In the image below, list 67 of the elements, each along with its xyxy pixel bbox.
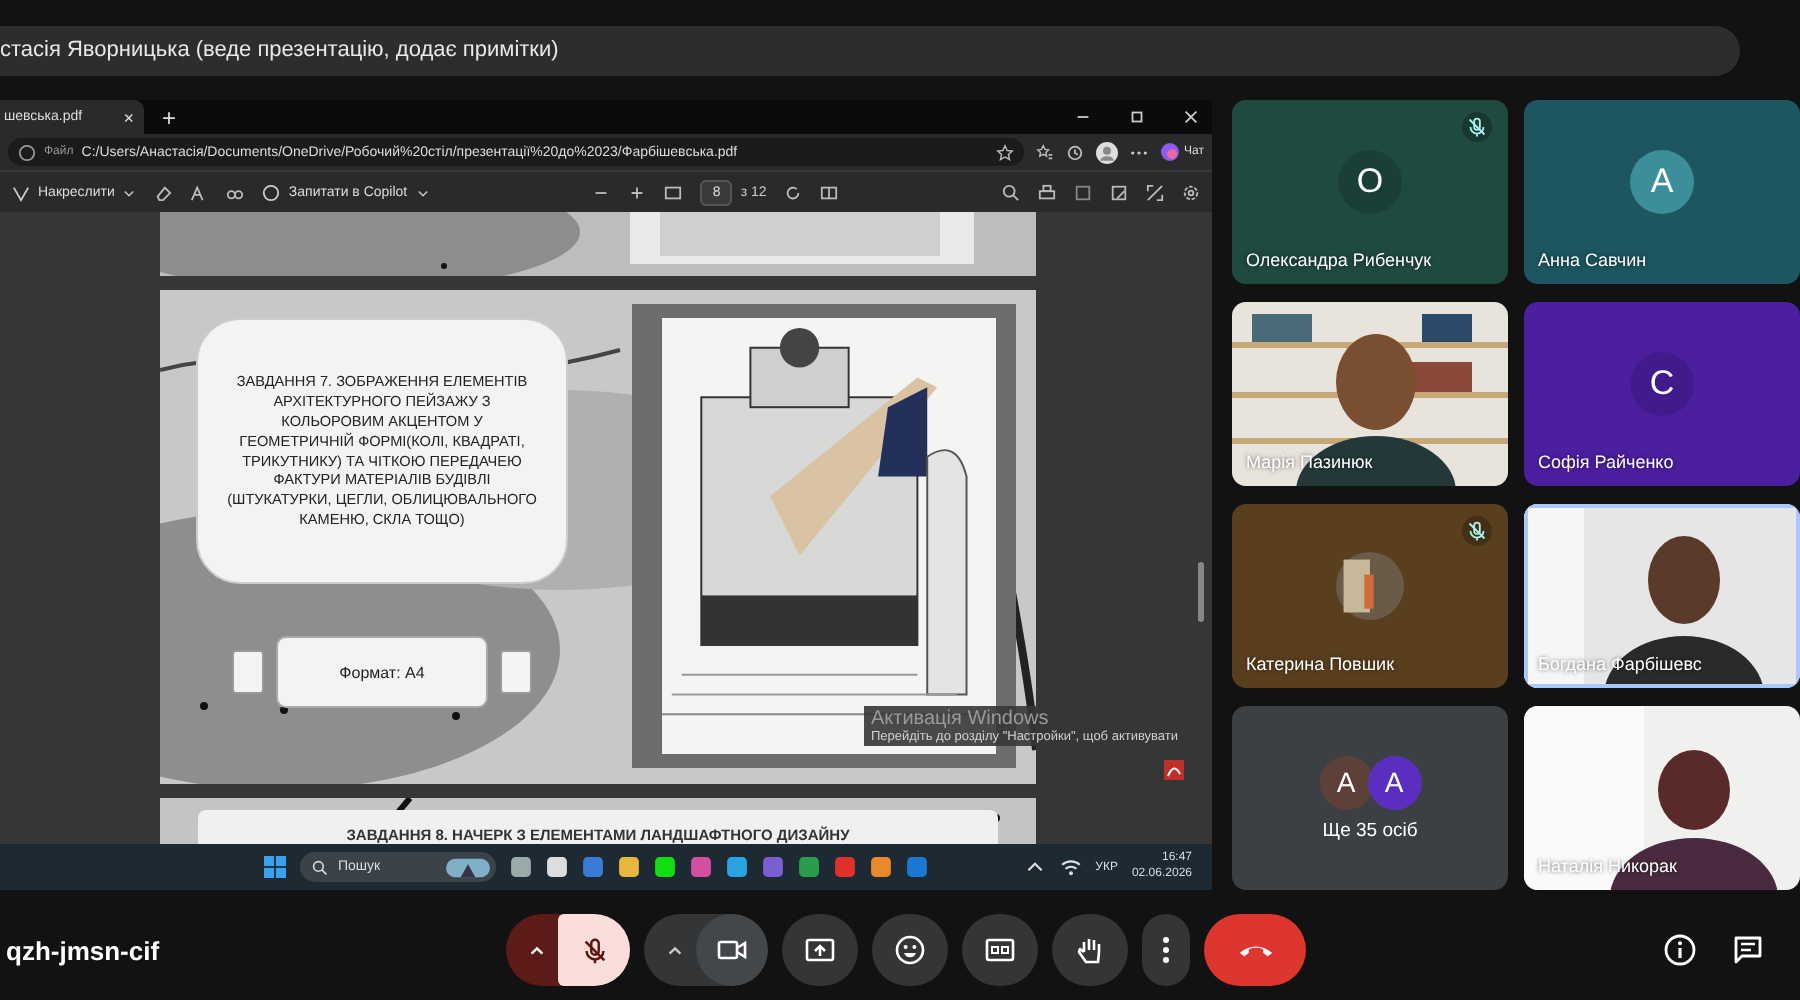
info-icon[interactable] bbox=[1664, 934, 1696, 966]
settings-icon[interactable] bbox=[1182, 183, 1201, 201]
app-icon[interactable] bbox=[618, 856, 640, 878]
presenter-banner: стасія Яворницька (веде презентацію, додає примітки) bbox=[0, 25, 1740, 75]
save-as-icon[interactable] bbox=[1110, 183, 1129, 201]
present-screen-button[interactable] bbox=[782, 914, 858, 986]
emoji-button[interactable] bbox=[872, 914, 948, 986]
muted-microphone-icon bbox=[579, 935, 609, 965]
participant-name: Олександра Рибенчук bbox=[1246, 250, 1432, 270]
app-icon[interactable] bbox=[546, 856, 568, 878]
smiley-icon bbox=[894, 934, 926, 966]
page-view-icon[interactable] bbox=[820, 183, 839, 201]
caret-icon bbox=[527, 941, 545, 959]
phone-icon bbox=[1237, 941, 1273, 959]
chevron-down-icon bbox=[122, 185, 137, 199]
participant-name: Анна Савчин bbox=[1538, 250, 1647, 270]
present-screen-icon bbox=[804, 934, 836, 966]
circles-icon bbox=[1160, 142, 1181, 162]
rotate-icon[interactable] bbox=[784, 183, 803, 201]
participant-name: Катерина Повшик bbox=[1246, 654, 1395, 674]
star-icon[interactable] bbox=[996, 143, 1015, 161]
close-tab-button[interactable]: × bbox=[123, 107, 134, 127]
favorites-icon[interactable] bbox=[1036, 143, 1055, 161]
avatar: С bbox=[1630, 352, 1694, 417]
wifi-icon[interactable] bbox=[1059, 856, 1082, 878]
new-tab-button[interactable]: + bbox=[156, 103, 183, 131]
fullscreen-icon[interactable] bbox=[1146, 183, 1165, 201]
captions-icon bbox=[984, 934, 1016, 966]
chat-icon[interactable] bbox=[1732, 934, 1764, 966]
search-icon bbox=[312, 859, 328, 875]
app-icon[interactable] bbox=[726, 856, 748, 878]
camera-button[interactable] bbox=[696, 914, 768, 986]
app-icon[interactable] bbox=[654, 856, 676, 878]
microphone-button[interactable] bbox=[558, 914, 630, 986]
avatar: А bbox=[1630, 150, 1694, 215]
hand-icon bbox=[1074, 934, 1106, 966]
more-participants-tile[interactable]: А А Ще 35 осіб bbox=[1232, 706, 1508, 890]
eraser-icon[interactable] bbox=[154, 183, 173, 201]
search-icon[interactable] bbox=[1002, 183, 1021, 201]
captions-button[interactable] bbox=[962, 914, 1038, 986]
app-icon[interactable] bbox=[870, 856, 892, 878]
raise-hand-button[interactable] bbox=[1052, 914, 1128, 986]
more-options-button[interactable] bbox=[1142, 914, 1190, 986]
restore-icon[interactable] bbox=[1128, 108, 1146, 126]
windows-start-icon[interactable] bbox=[264, 856, 286, 878]
fit-page-icon[interactable] bbox=[664, 183, 683, 201]
participant-name: Софія Райченко bbox=[1538, 452, 1674, 472]
search-highlight-icon bbox=[446, 857, 490, 877]
avatar: О bbox=[1338, 150, 1402, 215]
profile-avatar-icon[interactable] bbox=[1096, 141, 1119, 163]
leave-call-button[interactable] bbox=[1204, 914, 1306, 986]
info-icon bbox=[18, 143, 36, 161]
pdf-icon[interactable] bbox=[1164, 760, 1184, 780]
print-icon[interactable] bbox=[1038, 183, 1057, 201]
close-icon[interactable] bbox=[1182, 108, 1200, 126]
more-participants-label: Ще 35 осіб bbox=[1322, 819, 1418, 841]
avatar: А bbox=[1319, 755, 1373, 809]
history-icon[interactable] bbox=[1066, 143, 1085, 161]
avatar: А bbox=[1367, 755, 1421, 809]
chevron-down-icon bbox=[415, 185, 430, 199]
text-size-icon[interactable] bbox=[190, 183, 209, 201]
zoom-in-icon[interactable] bbox=[628, 183, 647, 201]
meeting-code: qzh-jmsn-cif bbox=[4, 935, 162, 965]
app-icon[interactable] bbox=[510, 856, 532, 878]
caret-icon bbox=[665, 941, 683, 959]
more-icon bbox=[1162, 934, 1170, 966]
draw-icon bbox=[12, 183, 30, 201]
